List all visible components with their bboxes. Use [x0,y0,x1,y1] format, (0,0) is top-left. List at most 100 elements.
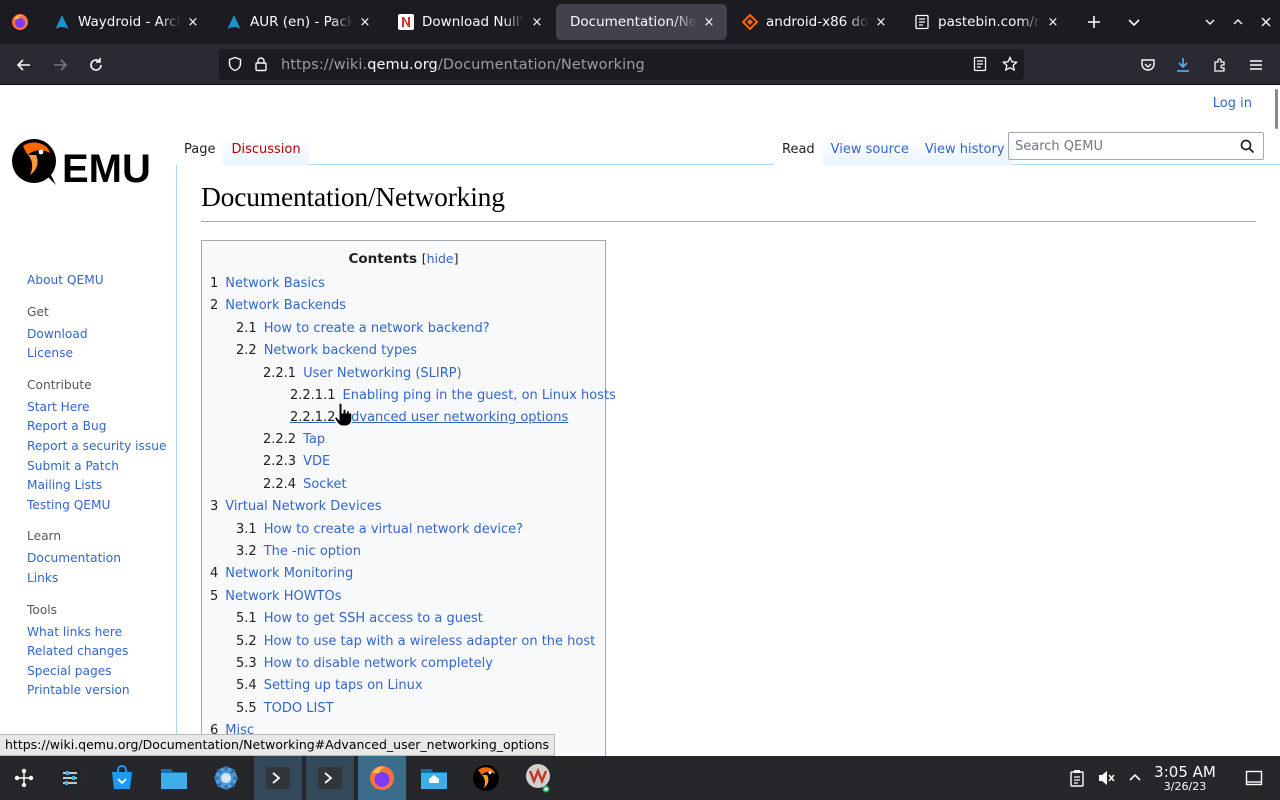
tab-page[interactable]: Page [176,135,224,165]
lock-icon[interactable] [253,56,269,72]
toc-item[interactable]: 2.2.2 Tap [263,432,325,447]
new-tab-button[interactable] [1074,0,1114,44]
list-all-tabs-button[interactable] [1114,0,1154,44]
konsole-icon[interactable] [254,756,302,800]
toc-item[interactable]: 5 Network HOWTOs [210,589,342,604]
toc-item[interactable]: 5.5 TODO LIST [236,701,334,716]
toc-number: 3 [210,499,219,515]
tab-title: Waydroid - ArchWiki [78,14,181,30]
tab-read[interactable]: Read [774,135,823,165]
sidebar-link[interactable]: Related changes [27,642,176,662]
close-tab-icon[interactable]: × [873,15,889,30]
close-tab-icon[interactable]: × [701,15,717,30]
search-icon[interactable] [1240,139,1255,154]
qemu-icon[interactable] [462,756,510,800]
reload-button[interactable] [83,52,109,78]
tab-view-history[interactable]: View history [916,135,1013,165]
toc-item[interactable]: 4 Network Monitoring [210,566,353,581]
minimize-window-icon[interactable] [1196,0,1224,44]
close-tab-icon[interactable]: × [529,15,545,30]
virt-manager-icon[interactable] [514,756,562,800]
konsole-icon[interactable] [306,756,354,800]
browser-tab[interactable]: Documentation/Networking × [556,4,727,40]
close-tab-icon[interactable]: × [357,15,373,30]
qemu-logo[interactable]: EMU [10,137,166,187]
tray-expand-icon[interactable] [1125,768,1145,788]
browser-tab[interactable]: android-x86 download × [728,4,899,40]
toc-text: How to use tap with a wireless adapter o… [263,633,596,649]
sidebar-link[interactable]: Testing QEMU [27,496,176,516]
toc-item[interactable]: 2.2.3 VDE [263,454,330,469]
sidebar-link[interactable]: Report a security issue [27,437,176,457]
sidebar-link[interactable]: What links here [27,623,176,643]
firefox-view-icon[interactable] [0,0,40,44]
close-tab-icon[interactable]: × [1045,15,1061,30]
bookmark-star-icon[interactable] [1002,56,1018,72]
firefox-icon[interactable] [358,756,406,800]
browser-tab[interactable]: Download Null's Brawl × [384,4,555,40]
browser-tab[interactable]: Waydroid - ArchWiki × [40,4,211,40]
toc-item[interactable]: 5.4 Setting up taps on Linux [236,678,423,693]
maximize-window-icon[interactable] [1224,0,1252,44]
tracking-protection-shield-icon[interactable] [227,56,243,72]
sidebar-link[interactable]: Documentation [27,549,176,569]
tab-discussion[interactable]: Discussion [223,135,309,165]
downloads-button[interactable] [1170,52,1196,78]
scrollbar[interactable] [1275,89,1278,129]
discover-store-icon[interactable] [98,756,146,800]
extensions-button[interactable] [1207,52,1233,78]
clock[interactable]: 3:05 AM 3/26/23 [1152,764,1218,794]
application-launcher-icon[interactable] [0,756,48,800]
toc-item[interactable]: 2.1 How to create a network backend? [236,321,490,336]
sidebar-link[interactable]: Download [27,325,176,345]
toc-item[interactable]: 3 Virtual Network Devices [210,499,382,514]
address-bar[interactable]: https://wiki.qemu.org/Documentation/Netw… [219,49,1024,80]
pocket-button[interactable] [1135,52,1161,78]
sidebar-link[interactable]: Mailing Lists [27,476,176,496]
system-settings-gear-icon[interactable] [202,756,250,800]
sidebar-link[interactable]: Special pages [27,662,176,682]
browser-tab[interactable]: pastebin.com/raw × [900,4,1071,40]
volume-muted-icon[interactable] [1096,768,1116,788]
url-text[interactable]: https://wiki.qemu.org/Documentation/Netw… [281,57,645,73]
toc-item[interactable]: 2 Network Backends [210,298,346,313]
home-folder-icon[interactable] [410,756,458,800]
toc-item[interactable]: 5.1 How to get SSH access to a guest [236,611,483,626]
sidebar-link[interactable]: Printable version [27,681,176,701]
toc-item[interactable]: 2.2 Network backend types [236,343,417,358]
search-input[interactable]: Search QEMU [1008,132,1264,160]
browser-tab[interactable]: AUR (en) - Packages × [212,4,383,40]
toc-item[interactable]: 2.2.1.2 Advanced user networking options [290,410,568,425]
sidebar-link[interactable]: Links [27,569,176,589]
toc-item[interactable]: 2.2.1.1 Enabling ping in the guest, on Li… [290,388,616,403]
tab-view-source[interactable]: View source [822,135,917,165]
sidebar-link[interactable]: Submit a Patch [27,457,176,477]
sidebar-heading: Learn [27,529,62,544]
sidebar-link[interactable]: Report a Bug [27,417,176,437]
toc-item[interactable]: 2.2.4 Socket [263,477,347,492]
system-settings-icon[interactable] [46,756,94,800]
login-link[interactable]: Log in [1213,96,1252,111]
back-button[interactable] [11,52,37,78]
web-page: Log in EMU About QEMU Get Download License… [0,85,1280,756]
toc-item[interactable]: 3.2 The -nic option [236,544,361,559]
close-tab-icon[interactable]: × [185,15,201,30]
toc-item[interactable]: 5.3 How to disable network completely [236,656,493,671]
clipboard-icon[interactable] [1067,768,1087,788]
close-window-icon[interactable] [1252,0,1280,44]
reader-view-icon[interactable] [972,56,988,72]
toc-text: Network HOWTOs [225,588,342,604]
toc-number: 2.2.1.1 [290,387,336,403]
dolphin-files-icon[interactable] [150,756,198,800]
toc-item[interactable]: 5.2 How to use tap with a wireless adapte… [236,634,595,649]
toc-item[interactable]: 2.2.1 User Networking (SLIRP) [263,366,462,381]
sidebar-link[interactable]: License [27,344,176,364]
sidebar-item-about[interactable]: About QEMU [27,271,176,291]
toc-hide-toggle[interactable]: [hide] [422,251,459,266]
app-menu-button[interactable] [1243,52,1269,78]
forward-button[interactable] [47,52,73,78]
toc-item[interactable]: 3.1 How to create a virtual network devic… [236,522,523,537]
show-desktop-icon[interactable] [1244,768,1264,788]
toc-item[interactable]: 1 Network Basics [210,276,325,291]
sidebar-link[interactable]: Start Here [27,398,176,418]
